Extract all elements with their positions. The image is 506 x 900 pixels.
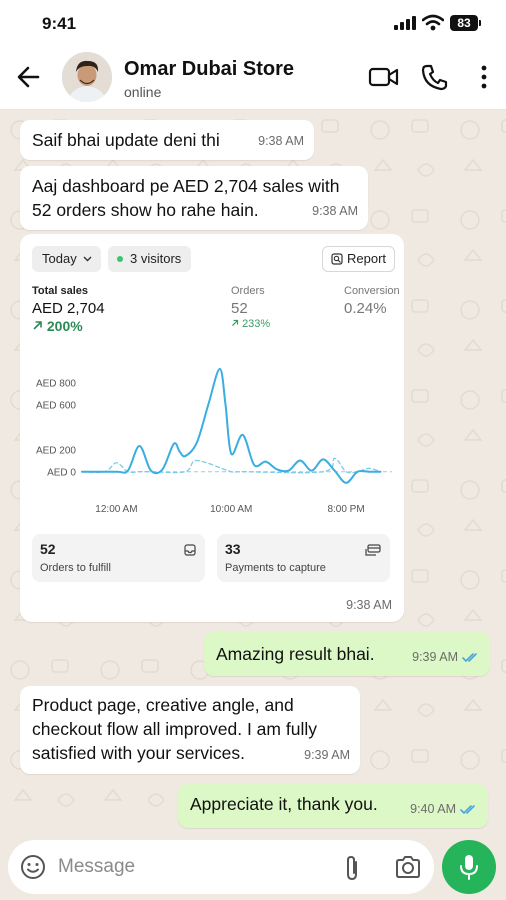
metric-label: Conversion	[344, 285, 400, 297]
message-text-line: checkout flow all improved. I am fully	[32, 719, 317, 739]
video-call-icon[interactable]	[368, 62, 400, 92]
metric-change: 233%	[231, 318, 270, 330]
tile-label: Payments to capture	[225, 562, 326, 574]
message-text-line: satisfied with your services.	[32, 743, 245, 763]
visitors-badge: 3 visitors	[108, 246, 192, 272]
message-text: Appreciate it, thank you.	[190, 794, 378, 814]
message-outgoing[interactable]: Amazing result bhai. 9:39 AM	[204, 632, 490, 676]
metric-value: 52	[231, 300, 248, 317]
x-tick-label: 10:00 AM	[210, 504, 252, 515]
metric-label: Orders	[231, 285, 265, 297]
message-time: 9:38 AM	[346, 598, 392, 612]
message-input[interactable]: Message	[8, 840, 434, 894]
y-tick-label: AED 600	[36, 401, 76, 412]
wifi-icon	[422, 14, 444, 31]
camera-icon[interactable]	[394, 854, 422, 880]
message-incoming[interactable]: Product page, creative angle, and checko…	[20, 686, 360, 774]
report-label: Report	[347, 251, 387, 266]
y-tick-label: AED 800	[36, 378, 76, 389]
report-icon	[331, 253, 343, 265]
message-time: 9:38 AM	[258, 134, 304, 148]
message-time: 9:40 AM	[410, 802, 456, 816]
double-check-read-icon	[462, 652, 477, 662]
composer-bar: Message	[0, 838, 506, 900]
emoji-icon[interactable]	[20, 854, 46, 880]
double-check-read-icon	[460, 804, 475, 814]
tile-label: Orders to fulfill	[40, 562, 111, 574]
metric-label: Total sales	[32, 285, 89, 297]
chat-area[interactable]: Saif bhai update deni thi 9:38 AM Aaj da…	[0, 110, 506, 838]
period-dropdown[interactable]: Today	[32, 246, 101, 272]
arrow-up-right-icon	[232, 319, 239, 326]
message-text: Saif bhai update deni thi	[32, 130, 220, 150]
card-payment-icon	[365, 544, 381, 556]
chevron-down-icon	[83, 256, 92, 262]
orders-to-fulfill-tile[interactable]: 52 Orders to fulfill	[32, 534, 205, 582]
metric-change: 200%	[32, 318, 83, 334]
visitors-count: 3 visitors	[130, 251, 182, 266]
arrow-up-right-icon	[33, 321, 42, 330]
message-text-line: Aaj dashboard pe AED 2,704 sales with	[32, 176, 340, 196]
message-text-line: 52 orders show ho rahe hain.	[32, 200, 259, 220]
period-label: Today	[42, 251, 77, 266]
metric-value: 0.24%	[344, 300, 387, 317]
message-text-line: Product page, creative angle, and	[32, 695, 294, 715]
y-tick-label: AED 0	[47, 468, 76, 479]
more-options-icon[interactable]	[474, 62, 494, 92]
payments-to-capture-tile[interactable]: 33 Payments to capture	[217, 534, 390, 582]
avatar[interactable]	[62, 52, 112, 102]
y-tick-label: AED 200	[36, 445, 76, 456]
tile-count: 33	[225, 541, 241, 557]
contact-name[interactable]: Omar Dubai Store	[124, 58, 294, 81]
contact-status: online	[124, 84, 162, 100]
x-tick-label: 12:00 AM	[95, 504, 137, 515]
chat-header: Omar Dubai Store online	[0, 46, 506, 110]
inbox-icon	[184, 544, 196, 556]
message-incoming[interactable]: Aaj dashboard pe AED 2,704 sales with 52…	[20, 166, 368, 230]
message-outgoing[interactable]: Appreciate it, thank you. 9:40 AM	[178, 784, 488, 828]
message-placeholder: Message	[58, 856, 136, 877]
live-dot-icon	[117, 256, 123, 262]
message-meta: 9:40 AM	[410, 797, 478, 821]
tile-count: 52	[40, 541, 56, 557]
message-meta: 9:39 AM	[412, 645, 480, 669]
message-time: 9:38 AM	[312, 204, 358, 218]
dashboard-image-message[interactable]: Today 3 visitors Report Total sales AED …	[20, 234, 404, 622]
message-text: Amazing result bhai.	[216, 644, 375, 664]
metric-value: AED 2,704	[32, 300, 105, 317]
back-arrow-icon[interactable]	[14, 62, 44, 92]
signal-icon	[394, 16, 416, 30]
attachment-icon[interactable]	[342, 854, 362, 882]
message-time: 9:39 AM	[304, 748, 350, 762]
sales-series-line	[81, 367, 382, 484]
battery-icon: 83	[450, 15, 481, 31]
mic-button[interactable]	[442, 840, 496, 894]
status-bar: 9:41 83	[0, 0, 506, 46]
message-time: 9:39 AM	[412, 650, 458, 664]
message-incoming[interactable]: Saif bhai update deni thi 9:38 AM	[20, 120, 314, 160]
sales-chart: AED 800 AED 600 AED 200 AED 0 12:00 AM 10:00 …	[36, 367, 392, 515]
microphone-icon	[460, 855, 478, 880]
x-tick-label: 8:00 PM	[327, 504, 364, 515]
report-button[interactable]: Report	[322, 246, 396, 272]
status-time: 9:41	[42, 14, 77, 33]
phone-icon[interactable]	[420, 62, 448, 92]
